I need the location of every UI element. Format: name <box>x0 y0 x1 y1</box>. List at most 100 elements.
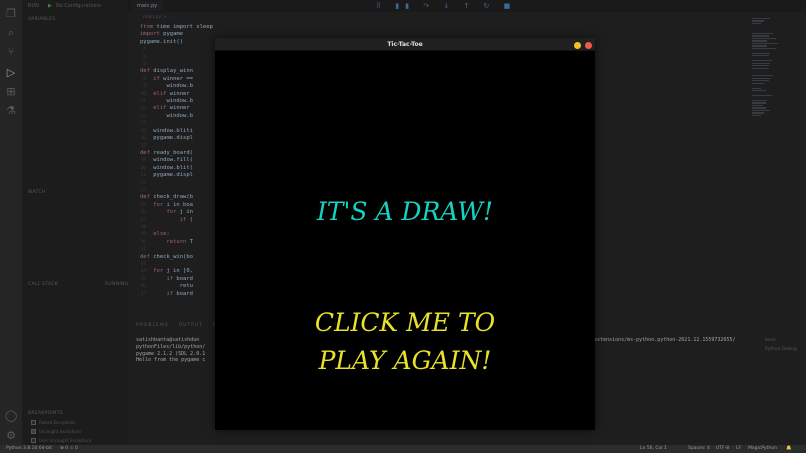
terminal-output-path: extensions/ms-python.python-2021.12.1559… <box>594 337 736 343</box>
code-line[interactable]: pygame.init() <box>140 39 213 46</box>
code-line[interactable]: if ( <box>140 217 213 224</box>
uncaught-exceptions-checkbox[interactable] <box>31 429 36 434</box>
settings-gear-icon[interactable]: ⚙ <box>5 430 17 442</box>
code-line[interactable] <box>140 61 213 68</box>
code-line[interactable]: elif winner <box>140 91 213 98</box>
panel-tab[interactable]: PROBLEMS <box>136 323 169 328</box>
code-line[interactable]: def display_winn <box>140 68 213 75</box>
code-line[interactable]: window.fill( <box>140 157 213 164</box>
account-icon[interactable]: ◯ <box>5 410 17 422</box>
code-line[interactable]: elif winner <box>140 105 213 112</box>
code-line[interactable]: else: <box>140 231 213 238</box>
minimap-line <box>752 55 769 57</box>
variables-section[interactable]: VARIABLES <box>28 17 55 22</box>
code-line[interactable] <box>140 246 213 253</box>
code-line[interactable]: def check_draw(b <box>140 194 213 201</box>
minimap-line <box>752 65 770 67</box>
code-line[interactable] <box>140 261 213 268</box>
minimap-line <box>752 18 770 20</box>
minimap-line <box>752 109 770 112</box>
close-button[interactable] <box>585 41 592 49</box>
indentation[interactable]: Spaces: 4 <box>688 445 710 453</box>
code-line[interactable] <box>140 120 213 127</box>
encoding[interactable]: UTF-8 <box>716 445 729 453</box>
code-line[interactable] <box>140 224 213 231</box>
game-titlebar[interactable]: Tic-Tac-Toe <box>215 38 595 51</box>
code-line[interactable]: def ready_board( <box>140 150 213 157</box>
code-line[interactable]: window.bliti <box>140 128 213 135</box>
source-control-icon[interactable]: ⑂ <box>5 46 17 58</box>
code-line[interactable]: for j in [0, <box>140 268 213 275</box>
explorer-icon[interactable]: ❐ <box>5 8 17 20</box>
callstack-section[interactable]: CALL STACK <box>28 282 58 287</box>
terminal-item-bash[interactable]: bash <box>765 336 805 345</box>
play-again-button[interactable]: CLICK ME TO PLAY AGAIN! <box>215 304 595 380</box>
breakpoints-section[interactable]: BREAKPOINTS <box>28 411 63 416</box>
code-line[interactable]: window.b <box>140 113 213 120</box>
minimap-line <box>752 95 773 97</box>
game-window: Tic-Tac-Toe IT'S A DRAW! CLICK ME TO PLA… <box>215 38 595 430</box>
code-line[interactable]: window.blit( <box>140 165 213 172</box>
code-line[interactable]: from time import sleep <box>140 24 213 31</box>
code-editor[interactable]: from time import sleep import pygame pygam… <box>140 24 213 298</box>
code-line[interactable]: window.b <box>140 83 213 90</box>
code-line[interactable]: import pygame <box>140 31 213 38</box>
breadcrumb: main.py > ... <box>143 15 173 20</box>
terminal-list[interactable]: bash Python Debug <box>759 336 805 356</box>
minimap-line <box>752 62 770 64</box>
code-line[interactable]: if board <box>140 276 213 283</box>
code-line[interactable]: window.b <box>140 98 213 105</box>
minimap-line <box>752 75 773 77</box>
terminal-line: Hello from the pygame c <box>136 357 206 364</box>
panel-tab[interactable]: OUTPUT <box>179 323 203 328</box>
minimap-line <box>752 67 769 69</box>
minimize-button[interactable] <box>574 41 581 49</box>
code-line[interactable]: if board <box>140 291 213 298</box>
play-again-line-2[interactable]: PLAY AGAIN! <box>215 342 595 380</box>
debug-toolbar[interactable]: ⠿ ▮▮ ↷ ↓ ↑ ↻ ■ <box>376 2 516 10</box>
minimap-line <box>752 82 764 84</box>
minimap-line <box>752 32 773 35</box>
code-line[interactable]: if winner == <box>140 76 213 83</box>
run-config-select[interactable]: No Configurations <box>56 3 101 9</box>
code-line[interactable]: for j in <box>140 209 213 216</box>
code-line[interactable]: return T <box>140 239 213 246</box>
line-ending[interactable]: LF <box>736 445 741 453</box>
testing-icon[interactable]: ⚗ <box>5 105 17 117</box>
problems-indicator[interactable]: ⊗ 0 ⚠ 0 <box>60 445 78 453</box>
code-line[interactable] <box>140 180 213 187</box>
code-line[interactable]: def check_win(bo <box>140 254 213 261</box>
extensions-icon[interactable]: ⊞ <box>5 86 17 98</box>
code-line[interactable]: pygame.displ <box>140 135 213 142</box>
minimap-line <box>752 22 761 25</box>
code-line[interactable]: for i in boa <box>140 202 213 209</box>
terminal-output[interactable]: satishbanta@satishdun pythonFiles/lib/pyt… <box>136 337 205 364</box>
start-debugging-icon[interactable]: ▶ <box>48 3 52 9</box>
notifications-icon[interactable]: 🔔 <box>786 445 792 453</box>
language-mode[interactable]: MagicPython <box>748 445 777 453</box>
minimap-line <box>752 102 766 104</box>
play-again-line-1[interactable]: CLICK ME TO <box>215 304 595 342</box>
minimap-line <box>752 60 772 62</box>
uncaught-exceptions-label: Uncaught Exceptions <box>39 429 82 434</box>
run-debug-icon[interactable]: ▷ <box>5 67 17 79</box>
game-canvas[interactable]: IT'S A DRAW! CLICK ME TO PLAY AGAIN! <box>215 51 595 430</box>
watch-section[interactable]: WATCH <box>28 190 45 195</box>
user-uncaught-exceptions-checkbox[interactable] <box>31 438 36 443</box>
search-icon[interactable]: ⌕ <box>5 27 17 39</box>
tab-main-py[interactable]: main.py <box>131 1 164 11</box>
code-line[interactable] <box>140 46 213 53</box>
code-line[interactable] <box>140 54 213 61</box>
code-line[interactable]: retu <box>140 283 213 290</box>
code-line[interactable] <box>140 187 213 194</box>
raised-exceptions-checkbox[interactable] <box>31 420 36 425</box>
minimap-line <box>752 80 770 82</box>
minimap-line <box>752 104 763 107</box>
cursor-position[interactable]: Ln 56, Col 1 <box>640 445 667 453</box>
python-interpreter[interactable]: Python 3.8.10 64-bit <box>6 445 52 453</box>
terminal-item-python-debug[interactable]: Python Debug <box>765 345 805 354</box>
code-line[interactable] <box>140 143 213 150</box>
code-line[interactable]: pygame.displ <box>140 172 213 179</box>
minimap[interactable] <box>752 18 782 168</box>
terminal-line: pygame 2.1.2 (SDL 2.0.1 <box>136 350 206 357</box>
